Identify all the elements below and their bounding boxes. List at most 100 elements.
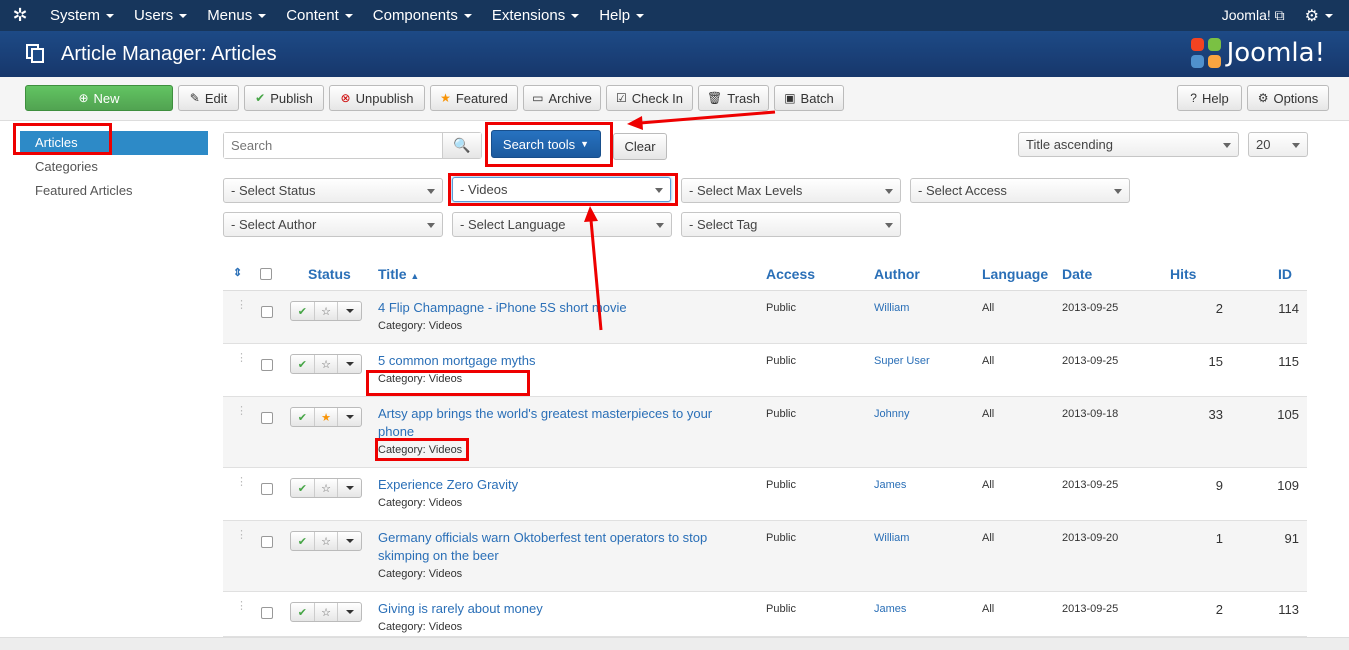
drag-handle-icon[interactable]: ⋮: [236, 406, 247, 417]
select-all-checkbox[interactable]: [260, 268, 272, 280]
article-title-cell: Giving is rarely about money Category: Vi…: [378, 600, 738, 636]
sidebar-item-featured-articles[interactable]: Featured Articles: [20, 179, 208, 203]
access-cell: Public: [766, 603, 796, 615]
row-actions-dropdown[interactable]: [338, 408, 361, 426]
publish-button[interactable]: ✔ Publish: [244, 85, 324, 111]
article-title-link[interactable]: 5 common mortgage myths: [378, 352, 738, 370]
header-title[interactable]: Title ▲: [378, 266, 419, 282]
published-icon[interactable]: ✔: [291, 532, 315, 550]
plus-circle-icon: ⊕: [78, 91, 89, 105]
header-date[interactable]: Date: [1062, 266, 1092, 282]
new-button[interactable]: ⊕ New: [25, 85, 173, 111]
hits-cell: 9: [1215, 478, 1223, 493]
row-checkbox[interactable]: [261, 483, 273, 495]
header-access[interactable]: Access: [766, 266, 815, 282]
row-checkbox[interactable]: [261, 536, 273, 548]
page-title: Article Manager: Articles: [61, 42, 277, 65]
search-tools-button[interactable]: Search tools ▼: [491, 130, 601, 158]
published-icon[interactable]: ✔: [291, 355, 315, 373]
ordering-sort-icon[interactable]: ⇕: [233, 266, 242, 279]
published-icon[interactable]: ✔: [291, 302, 315, 320]
help-button[interactable]: ? Help: [1177, 85, 1242, 111]
menu-users[interactable]: Users: [124, 0, 197, 31]
article-title-link[interactable]: Germany officials warn Oktoberfest tent …: [378, 529, 738, 565]
access-filter[interactable]: - Select Access: [910, 178, 1130, 203]
row-actions-dropdown[interactable]: [338, 479, 361, 497]
star-filled-icon[interactable]: ★: [315, 408, 339, 426]
featured-button[interactable]: ★ Featured: [430, 85, 518, 111]
row-checkbox[interactable]: [261, 359, 273, 371]
author-link[interactable]: William: [874, 532, 909, 544]
drag-handle-icon[interactable]: ⋮: [236, 530, 247, 541]
drag-handle-icon[interactable]: ⋮: [236, 477, 247, 488]
header-author[interactable]: Author: [874, 266, 920, 282]
settings-menu[interactable]: ⚙: [1297, 6, 1349, 26]
drag-handle-icon[interactable]: ⋮: [236, 353, 247, 364]
edit-button[interactable]: ✎ Edit: [178, 85, 239, 111]
header-hits[interactable]: Hits: [1170, 266, 1196, 282]
menu-system[interactable]: System: [40, 0, 124, 31]
batch-button[interactable]: ▣ Batch: [774, 85, 844, 111]
published-icon[interactable]: ✔: [291, 479, 315, 497]
drag-handle-icon[interactable]: ⋮: [236, 601, 247, 612]
menu-components[interactable]: Components: [363, 0, 482, 31]
author-filter[interactable]: - Select Author: [223, 212, 443, 237]
author-link[interactable]: Super User: [874, 355, 930, 367]
author-link[interactable]: William: [874, 302, 909, 314]
article-title-link[interactable]: Artsy app brings the world's greatest ma…: [378, 405, 738, 441]
article-title-link[interactable]: Giving is rarely about money: [378, 600, 738, 618]
published-icon[interactable]: ✔: [291, 603, 315, 621]
drag-handle-icon[interactable]: ⋮: [236, 300, 247, 311]
trash-button[interactable]: 🗑 Trash: [698, 85, 769, 111]
row-checkbox[interactable]: [261, 607, 273, 619]
access-cell: Public: [766, 302, 796, 314]
search-input[interactable]: [224, 133, 442, 158]
limit-select[interactable]: 20: [1248, 132, 1308, 157]
id-cell: 115: [1278, 354, 1299, 369]
header-status[interactable]: Status: [308, 266, 351, 282]
star-outline-icon[interactable]: ☆: [315, 603, 339, 621]
menu-extensions[interactable]: Extensions: [482, 0, 589, 31]
article-title-link[interactable]: 4 Flip Champagne - iPhone 5S short movie: [378, 299, 738, 317]
author-link[interactable]: James: [874, 479, 906, 491]
date-cell: 2013-09-25: [1062, 355, 1119, 367]
header-language[interactable]: Language: [982, 266, 1048, 282]
row-actions-dropdown[interactable]: [338, 532, 361, 550]
menu-content[interactable]: Content: [276, 0, 363, 31]
author-link[interactable]: Johnny: [874, 408, 909, 420]
menu-menus[interactable]: Menus: [197, 0, 276, 31]
menu-help[interactable]: Help: [589, 0, 654, 31]
category-filter[interactable]: - Videos: [452, 177, 671, 202]
article-category: Category: Videos: [378, 373, 463, 385]
row-actions-dropdown[interactable]: [338, 603, 361, 621]
row-checkbox[interactable]: [261, 306, 273, 318]
options-button[interactable]: ⚙ Options: [1247, 85, 1329, 111]
star-outline-icon[interactable]: ☆: [315, 532, 339, 550]
unpublish-button[interactable]: ⊗ Unpublish: [329, 85, 425, 111]
archive-button[interactable]: ▭ Archive: [523, 85, 601, 111]
max-levels-filter[interactable]: - Select Max Levels: [681, 178, 901, 203]
star-outline-icon[interactable]: ☆: [315, 302, 339, 320]
search-button[interactable]: 🔍: [442, 133, 481, 158]
joomla-logo-icon[interactable]: ✲: [0, 0, 40, 31]
header-id[interactable]: ID: [1278, 266, 1292, 282]
site-link[interactable]: Joomla! ⧉: [1210, 7, 1297, 24]
language-filter[interactable]: - Select Language: [452, 212, 672, 237]
row-actions-dropdown[interactable]: [338, 355, 361, 373]
row-actions-dropdown[interactable]: [338, 302, 361, 320]
clear-button[interactable]: Clear: [613, 133, 667, 160]
access-cell: Public: [766, 479, 796, 491]
star-outline-icon[interactable]: ☆: [315, 355, 339, 373]
row-checkbox[interactable]: [261, 412, 273, 424]
language-cell: All: [982, 603, 995, 615]
published-icon[interactable]: ✔: [291, 408, 315, 426]
tag-filter[interactable]: - Select Tag: [681, 212, 901, 237]
checkin-button[interactable]: ☑ Check In: [606, 85, 693, 111]
ordering-select[interactable]: Title ascending: [1018, 132, 1239, 157]
article-title-link[interactable]: Experience Zero Gravity: [378, 476, 738, 494]
star-outline-icon[interactable]: ☆: [315, 479, 339, 497]
sidebar-item-articles[interactable]: Articles: [20, 131, 208, 155]
author-link[interactable]: James: [874, 603, 906, 615]
sidebar-item-categories[interactable]: Categories: [20, 155, 208, 179]
status-filter[interactable]: - Select Status: [223, 178, 443, 203]
